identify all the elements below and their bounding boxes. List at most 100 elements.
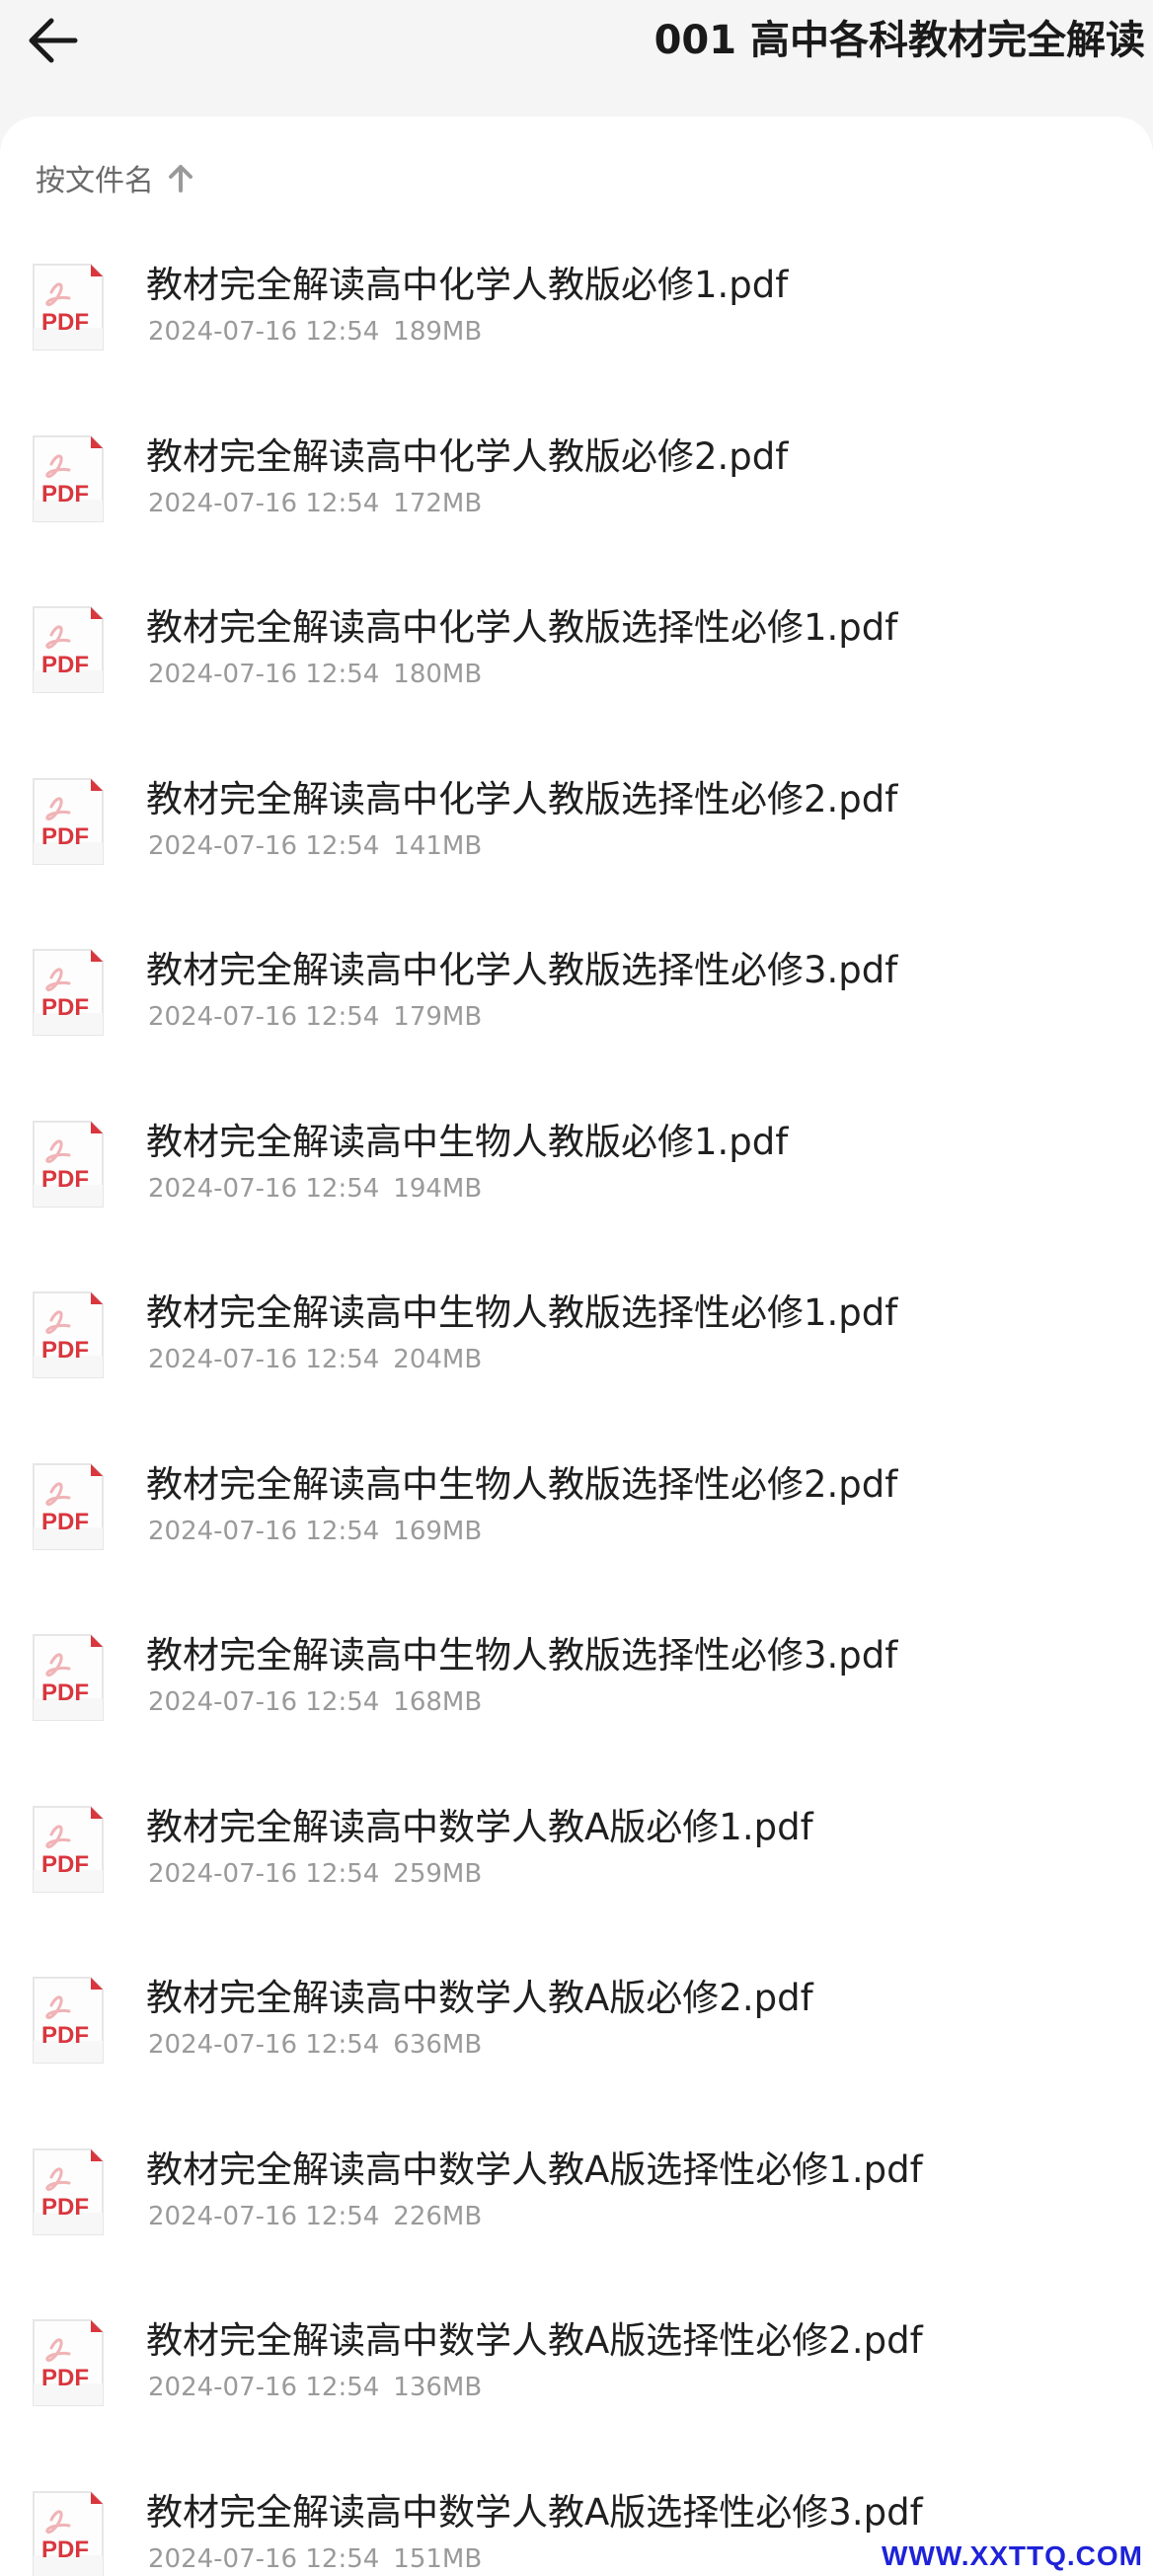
file-meta: 2024-07-16 12:54 136MB	[148, 2370, 482, 2405]
file-size: 136MB	[393, 2373, 483, 2402]
back-button[interactable]	[22, 10, 83, 71]
pdf-file-icon: PDF	[30, 2316, 107, 2409]
svg-text:PDF: PDF	[41, 994, 89, 1021]
file-row[interactable]: PDF 教材完全解读高中化学人教版选择性必修2.pdf 2024-07-16 1…	[0, 747, 1153, 919]
pdf-file-icon: PDF	[30, 2146, 107, 2238]
file-name: 教材完全解读高中化学人教版选择性必修2.pdf	[146, 777, 898, 820]
svg-text:PDF: PDF	[41, 2022, 89, 2049]
file-name: 教材完全解读高中化学人教版必修2.pdf	[146, 434, 789, 478]
pdf-file-icon: PDF	[30, 1631, 107, 1724]
file-row[interactable]: PDF 教材完全解读高中生物人教版选择性必修3.pdf 2024-07-16 1…	[0, 1603, 1153, 1775]
file-size: 204MB	[393, 1345, 483, 1374]
file-row[interactable]: PDF 教材完全解读高中数学人教A版选择性必修2.pdf 2024-07-16 …	[0, 2289, 1153, 2460]
file-row[interactable]: PDF 教材完全解读高中数学人教A版必修1.pdf 2024-07-16 12:…	[0, 1775, 1153, 1947]
file-date: 2024-07-16 12:54	[148, 1858, 380, 1889]
arrow-up-icon	[168, 163, 193, 193]
file-meta: 2024-07-16 12:54 169MB	[148, 1514, 482, 1549]
file-row[interactable]: PDF 教材完全解读高中化学人教版必修2.pdf 2024-07-16 12:5…	[0, 405, 1153, 577]
arrow-left-icon	[29, 18, 78, 63]
svg-text:PDF: PDF	[41, 652, 89, 678]
file-size: 151MB	[393, 2543, 483, 2574]
file-meta: 2024-07-16 12:54 194MB	[148, 1171, 482, 1207]
pdf-file-icon: PDF	[30, 775, 107, 868]
svg-text:PDF: PDF	[41, 1851, 89, 1878]
file-row[interactable]: PDF 教材完全解读高中化学人教版必修1.pdf 2024-07-16 12:5…	[0, 233, 1153, 405]
pdf-file-icon: PDF	[30, 946, 107, 1039]
file-row[interactable]: PDF 教材完全解读高中数学人教A版选择性必修1.pdf 2024-07-16 …	[0, 2118, 1153, 2290]
pdf-file-icon: PDF	[30, 432, 107, 525]
file-size: 168MB	[393, 1687, 483, 1717]
file-name: 教材完全解读高中化学人教版选择性必修1.pdf	[146, 606, 898, 649]
file-size: 194MB	[393, 1173, 483, 1204]
file-name: 教材完全解读高中数学人教A版选择性必修2.pdf	[146, 2319, 923, 2362]
file-name: 教材完全解读高中生物人教版选择性必修3.pdf	[146, 1634, 898, 1677]
file-size: 189MB	[393, 317, 483, 347]
file-meta: 2024-07-16 12:54 204MB	[148, 1342, 482, 1377]
file-name: 教材完全解读高中数学人教A版必修1.pdf	[146, 1805, 813, 1848]
file-row[interactable]: PDF 教材完全解读高中生物人教版选择性必修1.pdf 2024-07-16 1…	[0, 1261, 1153, 1433]
file-meta: 2024-07-16 12:54 172MB	[148, 486, 482, 521]
file-meta: 2024-07-16 12:54 226MB	[148, 2199, 482, 2234]
file-date: 2024-07-16 12:54	[148, 317, 380, 347]
file-size: 141MB	[393, 830, 483, 861]
pdf-file-icon: PDF	[30, 1460, 107, 1553]
file-name: 教材完全解读高中生物人教版选择性必修1.pdf	[146, 1291, 898, 1334]
file-date: 2024-07-16 12:54	[148, 1687, 380, 1717]
watermark: WWW.XXTTQ.COM	[878, 2538, 1147, 2574]
file-date: 2024-07-16 12:54	[148, 1516, 380, 1546]
file-row[interactable]: PDF 教材完全解读高中生物人教版必修1.pdf 2024-07-16 12:5…	[0, 1090, 1153, 1262]
pdf-file-icon: PDF	[30, 1288, 107, 1381]
file-meta: 2024-07-16 12:54 168MB	[148, 1684, 482, 1720]
pdf-file-icon: PDF	[30, 2488, 107, 2576]
file-date: 2024-07-16 12:54	[148, 488, 380, 518]
file-date: 2024-07-16 12:54	[148, 660, 380, 689]
file-name: 教材完全解读高中生物人教版选择性必修2.pdf	[146, 1462, 898, 1506]
svg-text:PDF: PDF	[41, 1337, 89, 1364]
file-row[interactable]: PDF 教材完全解读高中化学人教版选择性必修3.pdf 2024-07-16 1…	[0, 918, 1153, 1090]
svg-text:PDF: PDF	[41, 1166, 89, 1193]
pdf-file-icon: PDF	[30, 603, 107, 696]
svg-text:PDF: PDF	[41, 2194, 89, 2221]
file-list: PDF 教材完全解读高中化学人教版必修1.pdf 2024-07-16 12:5…	[0, 233, 1153, 2576]
file-meta: 2024-07-16 12:54 189MB	[148, 314, 482, 350]
file-size: 179MB	[393, 1002, 483, 1032]
file-date: 2024-07-16 12:54	[148, 1002, 380, 1032]
file-size: 169MB	[393, 1516, 483, 1546]
file-date: 2024-07-16 12:54	[148, 2201, 380, 2231]
page-title: 001 高中各科教材完全解读	[653, 18, 1145, 63]
app-header: 001 高中各科教材完全解读	[0, 0, 1153, 117]
file-name: 教材完全解读高中生物人教版必修1.pdf	[146, 1120, 789, 1163]
file-meta: 2024-07-16 12:54 179MB	[148, 999, 482, 1035]
pdf-file-icon: PDF	[30, 1803, 107, 1896]
file-size: 226MB	[393, 2201, 483, 2231]
file-list-panel: 按文件名 PDF 教材完全解读高中化学人教版必修1.pdf 2024-07-16…	[0, 117, 1153, 2576]
file-size: 259MB	[393, 1858, 483, 1889]
file-row[interactable]: PDF 教材完全解读高中化学人教版选择性必修1.pdf 2024-07-16 1…	[0, 576, 1153, 747]
file-name: 教材完全解读高中数学人教A版必修2.pdf	[146, 1977, 813, 2019]
file-size: 636MB	[393, 2030, 483, 2060]
file-name: 教材完全解读高中数学人教A版选择性必修3.pdf	[146, 2490, 923, 2534]
file-date: 2024-07-16 12:54	[148, 1173, 380, 1204]
file-meta: 2024-07-16 12:54 180MB	[148, 657, 482, 692]
svg-text:PDF: PDF	[41, 1679, 89, 1706]
pdf-file-icon: PDF	[30, 1118, 107, 1210]
file-date: 2024-07-16 12:54	[148, 830, 380, 861]
file-name: 教材完全解读高中化学人教版选择性必修3.pdf	[146, 949, 898, 991]
file-meta: 2024-07-16 12:54 151MB	[148, 2541, 482, 2576]
svg-text:PDF: PDF	[41, 2365, 89, 2391]
file-date: 2024-07-16 12:54	[148, 1345, 380, 1374]
file-meta: 2024-07-16 12:54 636MB	[148, 2027, 482, 2063]
file-name: 教材完全解读高中数学人教A版选择性必修1.pdf	[146, 2147, 923, 2191]
file-row[interactable]: PDF 教材完全解读高中数学人教A版必修2.pdf 2024-07-16 12:…	[0, 1946, 1153, 2118]
svg-text:PDF: PDF	[41, 2537, 89, 2563]
sort-by-name-button[interactable]: 按文件名	[36, 156, 193, 199]
file-row[interactable]: PDF 教材完全解读高中生物人教版选择性必修2.pdf 2024-07-16 1…	[0, 1433, 1153, 1604]
pdf-file-icon: PDF	[30, 1974, 107, 2067]
file-meta: 2024-07-16 12:54 141MB	[148, 828, 482, 864]
file-meta: 2024-07-16 12:54 259MB	[148, 1856, 482, 1892]
svg-text:PDF: PDF	[41, 481, 89, 507]
sort-label: 按文件名	[36, 164, 154, 198]
file-date: 2024-07-16 12:54	[148, 2373, 380, 2402]
svg-text:PDF: PDF	[41, 823, 89, 850]
pdf-file-icon: PDF	[30, 261, 107, 353]
